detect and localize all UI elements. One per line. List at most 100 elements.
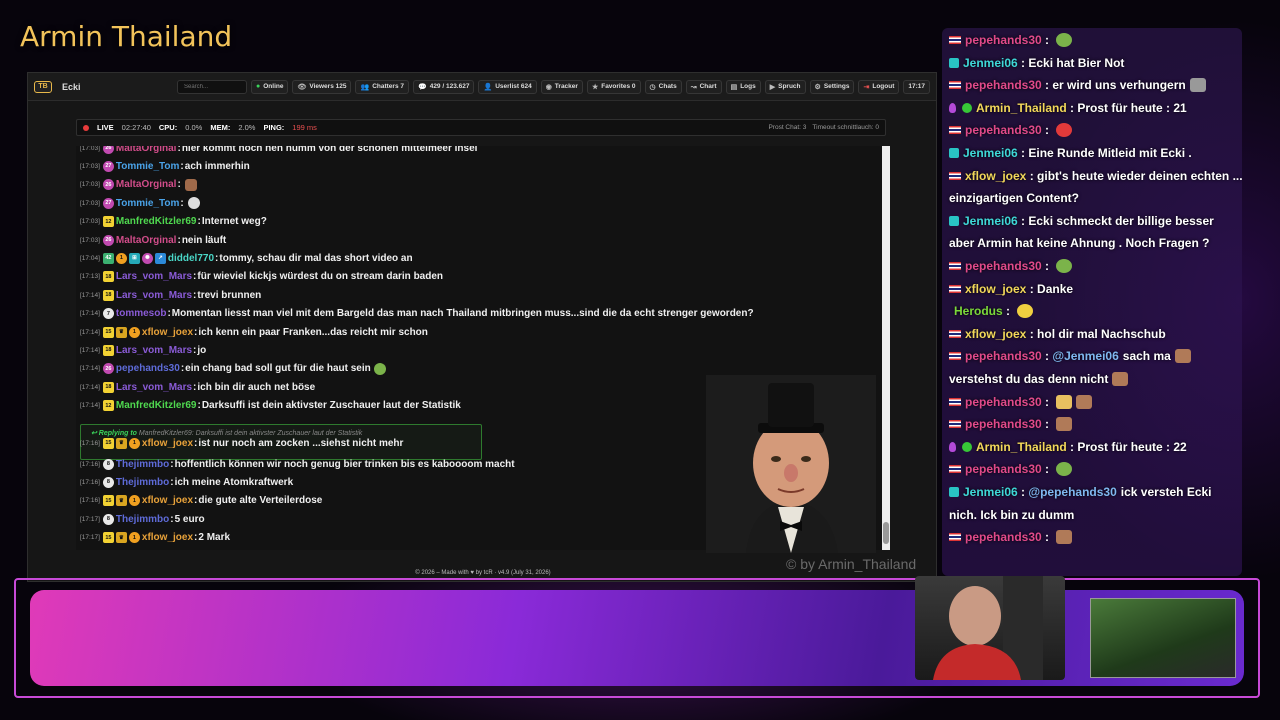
user-badge-icon: 27 — [102, 160, 114, 172]
user-badge-icon: ♛ — [115, 437, 127, 449]
chat-text: Internet weg? — [201, 216, 267, 228]
timestamp: [17:16] — [80, 439, 100, 447]
overlay-chat-line: Jenmei06 : Ecki schmeckt der billige bes… — [949, 214, 1214, 228]
emote-icon — [1056, 417, 1073, 432]
scrollbar-thumb[interactable] — [883, 522, 889, 544]
chats-icon: ◷ — [649, 83, 656, 91]
thai-flag-icon — [949, 262, 961, 270]
emote-icon — [1056, 530, 1073, 545]
chat-username[interactable]: diddel770 — [168, 253, 214, 264]
chat-username[interactable]: MaltaOrginal — [116, 146, 177, 154]
spruch-button[interactable]: ▶ Spruch — [764, 79, 806, 94]
messages-button[interactable]: 💬 429 / 123.627 — [412, 79, 475, 94]
emote-icon — [373, 362, 386, 375]
chat-username[interactable]: Thejimmbo — [116, 459, 169, 470]
chat-username[interactable]: xflow_joex — [142, 438, 193, 449]
user-badge-icon: 18 — [102, 271, 114, 283]
overlay-chat-line: Armin_Thailand : Prost für heute : 21 — [949, 101, 1187, 115]
search-input[interactable] — [177, 79, 247, 94]
user-badge-icon: 18 — [102, 381, 114, 393]
chat-username[interactable]: xflow_joex — [142, 532, 193, 543]
chat-message: [17:14] 18 Lars_vom_Mars: jo — [80, 342, 206, 358]
chat-username[interactable]: Tommie_Tom — [116, 198, 180, 209]
settings-button[interactable]: ⚙ Settings — [809, 79, 855, 94]
chat-message: [17:04] 42 1 ⊞ ✺ ↗ diddel770: tommy, schau dir … — [80, 250, 413, 266]
chat-username[interactable]: xflow_joex — [142, 495, 193, 506]
chat-username[interactable]: MaltaOrginal — [116, 235, 177, 246]
user-badge-icon: 8 — [102, 513, 114, 525]
subscriber-badge-icon — [949, 57, 959, 68]
overlay-chat-line: pepehands30 : — [949, 417, 1073, 432]
chat-message: [17:14] 7 tommesob: Momentan liesst man vie… — [80, 306, 754, 322]
logout-button[interactable]: ⇥ Logout — [858, 79, 900, 94]
stream-title: Armin Thailand — [20, 20, 233, 53]
separator: : — [180, 197, 184, 209]
timestamp: [17:03] — [80, 146, 100, 152]
separator: : — [1017, 485, 1029, 499]
chat-username[interactable]: pepehands30 — [116, 363, 180, 374]
chart-button[interactable]: ↝ Chart — [685, 79, 722, 94]
status-right: Prost Chat: 3 Timeout schnittlauch: 0 — [768, 124, 879, 131]
chatters-button[interactable]: 👥 Chatters 7 — [355, 79, 409, 94]
user-badge-icon: 26 — [102, 146, 114, 154]
overlay-chat-line: pepehands30 : er wird uns verhungern — [949, 78, 1206, 93]
viewers-button[interactable]: 👁 Viewers 125 — [292, 79, 352, 94]
timestamp: [17:17] — [80, 534, 100, 542]
chat-text: ach immerhin — [184, 160, 250, 172]
chat-text: ein chang bad soll gut für die haut sein — [185, 363, 371, 375]
live-label: LIVE — [97, 123, 114, 132]
webcam-feed — [915, 576, 1065, 680]
chat-scrollbar[interactable] — [882, 146, 890, 550]
overlay-text: ick versteh Ecki — [1120, 485, 1212, 499]
chat-username[interactable]: Thejimmbo — [116, 514, 169, 525]
chat-text: für wieviel kickjs würdest du on stream … — [197, 271, 444, 283]
chat-username[interactable]: ManfredKitzler69 — [116, 216, 197, 227]
chat-message: [17:16] 8 Thejimmbo: ich meine Atomkraftwer… — [80, 474, 293, 490]
online-button[interactable]: ● Online — [251, 79, 289, 94]
separator: : — [1041, 417, 1053, 432]
chat-username[interactable]: xflow_joex — [142, 327, 193, 338]
separator: : — [197, 400, 201, 412]
chat-tool-window: TB Ecki ●Online👁Viewers 125👥Chatters 7💬4… — [27, 72, 937, 582]
chat-username[interactable]: Lars_vom_Mars — [116, 345, 192, 356]
chat-username[interactable]: Lars_vom_Mars — [116, 382, 192, 393]
chats-button[interactable]: ◷ Chats — [644, 79, 682, 94]
chat-username[interactable]: ManfredKitzler69 — [116, 400, 197, 411]
overlay-chat-line: verstehst du das denn nicht — [949, 372, 1129, 386]
thai-flag-icon — [949, 465, 961, 474]
ping-value: 199 ms — [292, 123, 317, 132]
overlay-username: xflow_joex — [965, 281, 1027, 296]
verified-check-icon — [962, 102, 972, 113]
chat-message: [17:03] 27 Tommie_Tom: ach immerhin — [80, 158, 250, 174]
separator: : — [1041, 349, 1053, 364]
timestamp: [17:14] — [80, 291, 100, 299]
chatters-label: Chatters 7 — [372, 83, 404, 90]
favorites-button[interactable]: ★ Favorites 0 — [586, 79, 641, 94]
chat-username[interactable]: MaltaOrginal — [116, 179, 177, 190]
separator: : — [1002, 304, 1014, 319]
chat-username[interactable]: Thejimmbo — [116, 477, 169, 488]
overlay-username: pepehands30 — [965, 259, 1042, 273]
chat-text: Momentan liesst man viel mit dem Bargeld… — [171, 308, 754, 320]
emote-icon — [184, 178, 197, 191]
thai-flag-icon — [949, 81, 961, 90]
emote-icon — [1056, 259, 1073, 273]
overlay-text: Ecki schmeckt der billige besser — [1028, 213, 1214, 228]
chat-text: ist nur noch am zocken ...siehst nicht m… — [198, 437, 404, 449]
separator: : — [1041, 462, 1053, 477]
user-badge-icon: 42 — [102, 252, 114, 264]
chat-username[interactable]: tommesob — [116, 308, 167, 319]
separator: : — [1041, 394, 1053, 409]
thai-flag-icon — [949, 284, 961, 293]
thai-flag-icon — [949, 329, 961, 338]
chat-username[interactable]: Lars_vom_Mars — [116, 271, 192, 282]
separator: : — [1041, 123, 1053, 138]
chat-username[interactable]: Tommie_Tom — [116, 161, 180, 172]
timestamp: [17:04] — [80, 254, 100, 262]
logs-button[interactable]: ▤ Logs — [725, 79, 761, 94]
userlist-button[interactable]: 👤 Userlist 624 — [478, 79, 537, 94]
chat-username[interactable]: Lars_vom_Mars — [116, 290, 192, 301]
tracker-button[interactable]: ◉ Tracker — [540, 79, 583, 94]
garden-camera — [1090, 598, 1236, 678]
separator: : — [215, 252, 219, 264]
